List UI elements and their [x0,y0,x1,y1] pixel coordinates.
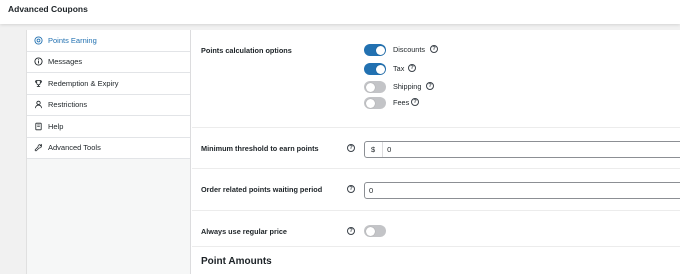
divider [192,168,680,169]
settings-panel: Points Earning Messages Redemption & Exp… [26,30,680,274]
sidebar-item-redemption-expiry[interactable]: Redemption & Expiry [27,73,190,95]
wrench-icon [34,143,43,152]
user-icon [34,100,43,109]
fees-toggle[interactable] [364,97,386,109]
sidebar-item-points-earning[interactable]: Points Earning [27,30,190,52]
sidebar-item-restrictions[interactable]: Restrictions [27,94,190,116]
settings-sidebar: Points Earning Messages Redemption & Exp… [27,30,191,274]
regular-price-label: Always use regular price [201,227,287,236]
sidebar-item-messages[interactable]: Messages [27,51,190,73]
sidebar-item-label: Help [48,121,64,131]
point-amounts-heading: Point Amounts [201,256,272,267]
help-icon[interactable]: ? [411,98,419,106]
currency-prefix: $ [365,142,384,157]
divider [192,246,680,247]
tax-toggle[interactable] [364,63,386,75]
min-threshold-label: Minimum threshold to earn points [201,144,319,153]
discounts-label: Discounts [393,45,426,54]
coin-icon [34,36,43,45]
fees-label: Fees [393,98,410,107]
tax-label: Tax [393,64,405,73]
help-icon[interactable]: ? [347,227,355,235]
divider [192,210,680,211]
help-book-icon [34,122,43,131]
help-icon[interactable]: ? [430,45,438,53]
sidebar-item-advanced-tools[interactable]: Advanced Tools [27,137,190,159]
waiting-period-field [364,182,680,199]
trophy-icon [34,79,43,88]
discounts-toggle[interactable] [364,44,386,56]
sidebar-item-help[interactable]: Help [27,116,190,138]
shipping-label: Shipping [393,82,422,91]
waiting-period-label: Order related points waiting period [201,185,323,194]
sidebar-item-label: Redemption & Expiry [48,78,119,88]
top-bar: Advanced Coupons [0,0,680,24]
app-title: Advanced Coupons [8,4,88,14]
waiting-period-input[interactable] [365,183,680,198]
help-icon[interactable]: ? [347,185,355,193]
sidebar-item-label: Messages [48,57,83,67]
min-threshold-field: $ [364,141,680,158]
min-threshold-input[interactable] [383,142,680,157]
divider [192,127,680,128]
regular-price-toggle[interactable] [364,225,386,237]
settings-content: Points calculation options Discounts ? T… [192,30,680,274]
sidebar-item-label: Advanced Tools [48,143,101,153]
help-icon[interactable]: ? [408,64,416,72]
help-icon[interactable]: ? [426,82,434,90]
sidebar-item-label: Restrictions [48,100,88,110]
help-icon[interactable]: ? [347,144,355,152]
points-calc-label: Points calculation options [201,46,292,55]
shipping-toggle[interactable] [364,81,386,93]
sidebar-item-label: Points Earning [48,35,97,45]
info-icon [34,57,43,66]
